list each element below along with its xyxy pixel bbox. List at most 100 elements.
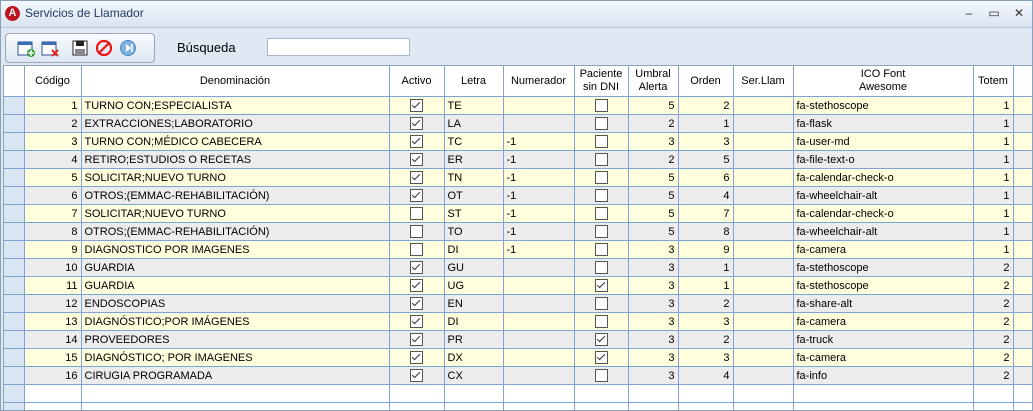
checkbox[interactable]	[410, 261, 423, 274]
col-letra-header[interactable]: Letra	[444, 66, 504, 97]
cell-totem[interactable]: 1	[973, 186, 1014, 205]
cell-umbral[interactable]: 5	[628, 168, 679, 187]
cell-denominacion[interactable]: SOLICITAR;NUEVO TURNO	[81, 168, 390, 187]
cell-umbral[interactable]: 3	[628, 132, 679, 151]
cell-numerador[interactable]	[503, 330, 575, 349]
cell-serllam[interactable]	[733, 168, 794, 187]
cell-serllam[interactable]	[733, 222, 794, 241]
cell-serllam[interactable]	[733, 276, 794, 295]
cell-letra[interactable]: DX	[444, 348, 504, 367]
cell-activo[interactable]	[389, 150, 445, 169]
cell-codigo[interactable]: 5	[24, 168, 82, 187]
cell-sin-dni[interactable]	[574, 150, 629, 169]
cell-sin-dni[interactable]	[574, 276, 629, 295]
table-row[interactable]: 6 OTROS;(EMMAC-REHABILITACIÓN) OT -1 5 4 fa-wh…	[4, 186, 1032, 205]
cell-codigo[interactable]: 16	[24, 366, 82, 385]
row-selector[interactable]	[4, 204, 25, 223]
services-grid[interactable]: Código Denominación Activo Letra Numerad…	[3, 65, 1033, 411]
cell-codigo[interactable]: 3	[24, 132, 82, 151]
cell-umbral[interactable]: 3	[628, 258, 679, 277]
col-denominacion-header[interactable]: Denominación	[81, 66, 390, 97]
checkbox[interactable]	[410, 171, 423, 184]
cell-sin-dni[interactable]	[574, 312, 629, 331]
checkbox[interactable]	[410, 99, 423, 112]
cell-ico[interactable]: fa-calendar-check-o	[793, 168, 974, 187]
cell-orden[interactable]: 1	[678, 114, 734, 133]
checkbox[interactable]	[410, 243, 423, 256]
table-row[interactable]: 9 DIAGNOSTICO POR IMAGENES DI -1 3 9 fa-camera…	[4, 240, 1032, 259]
table-row[interactable]: 10 GUARDIA GU 3 1 fa-stethoscope 2	[4, 258, 1032, 277]
checkbox[interactable]	[594, 369, 608, 382]
row-selector[interactable]	[4, 114, 25, 133]
cell-sin-dni[interactable]	[574, 186, 629, 205]
cell-sin-dni[interactable]	[574, 96, 629, 115]
cell-sin-dni[interactable]	[574, 348, 629, 367]
cell-denominacion[interactable]: OTROS;(EMMAC-REHABILITACIÓN)	[81, 186, 390, 205]
col-numerador-header[interactable]: Numerador	[503, 66, 575, 97]
col-ico-header[interactable]: ICO Font Awesome	[793, 66, 974, 97]
cell-denominacion[interactable]: RETIRO;ESTUDIOS O RECETAS	[81, 150, 390, 169]
cell-umbral[interactable]: 2	[628, 114, 679, 133]
cell-denominacion[interactable]: OTROS;(EMMAC-REHABILITACIÓN)	[81, 222, 390, 241]
cell-orden[interactable]: 4	[678, 186, 734, 205]
cell-numerador[interactable]: -1	[503, 168, 575, 187]
col-umbral-header[interactable]: Umbral Alerta	[628, 66, 679, 97]
cell-serllam[interactable]	[733, 312, 794, 331]
cell-ico[interactable]: fa-wheelchair-alt	[793, 222, 974, 241]
checkbox[interactable]	[594, 261, 608, 274]
cell-activo[interactable]	[389, 240, 445, 259]
cell-numerador[interactable]: -1	[503, 186, 575, 205]
cell-totem[interactable]: 2	[973, 366, 1014, 385]
cell-activo[interactable]	[389, 276, 445, 295]
cell-serllam[interactable]	[733, 348, 794, 367]
cell-orden[interactable]: 9	[678, 240, 734, 259]
cell-serllam[interactable]	[733, 132, 794, 151]
cell-letra[interactable]: TN	[444, 168, 504, 187]
cell-ico[interactable]: fa-info	[793, 366, 974, 385]
cell-orden[interactable]: 3	[678, 132, 734, 151]
cell-sin-dni[interactable]	[574, 330, 629, 349]
cell-denominacion[interactable]: DIAGNÓSTICO;POR IMÁGENES	[81, 312, 390, 331]
cell-numerador[interactable]: -1	[503, 132, 575, 151]
cell-totem[interactable]: 1	[973, 222, 1014, 241]
col-serllam-header[interactable]: Ser.Llam	[733, 66, 794, 97]
cell-activo[interactable]	[389, 168, 445, 187]
cell-denominacion[interactable]: EXTRACCIONES;LABORATORIO	[81, 114, 390, 133]
cell-sin-dni[interactable]	[574, 258, 629, 277]
cell-totem[interactable]: 2	[973, 330, 1014, 349]
checkbox[interactable]	[410, 117, 423, 130]
cell-serllam[interactable]	[733, 330, 794, 349]
cell-codigo[interactable]: 14	[24, 330, 82, 349]
cell-activo[interactable]	[389, 294, 445, 313]
row-selector[interactable]	[4, 222, 25, 241]
cell-codigo[interactable]: 11	[24, 276, 82, 295]
cell-activo[interactable]	[389, 312, 445, 331]
checkbox[interactable]	[594, 315, 608, 328]
checkbox[interactable]	[594, 351, 608, 364]
checkbox[interactable]	[594, 225, 608, 238]
cell-numerador[interactable]	[503, 366, 575, 385]
cell-umbral[interactable]: 5	[628, 96, 679, 115]
cell-sin-dni[interactable]	[574, 366, 629, 385]
cell-totem[interactable]: 2	[973, 276, 1014, 295]
table-row[interactable]: 15 DIAGNÓSTICO; POR IMAGENES DX 3 3 fa-camera…	[4, 348, 1032, 367]
table-row[interactable]: 14 PROVEEDORES PR 3 2 fa-truck 2	[4, 330, 1032, 349]
cell-ico[interactable]: fa-file-text-o	[793, 150, 974, 169]
cell-umbral[interactable]: 3	[628, 366, 679, 385]
cell-activo[interactable]	[389, 132, 445, 151]
row-selector[interactable]	[4, 168, 25, 187]
table-row[interactable]: 12 ENDOSCOPIAS EN 3 2 fa-share-alt 2	[4, 294, 1032, 313]
table-row[interactable]: 16 CIRUGIA PROGRAMADA CX 3 4 fa-info 2	[4, 366, 1032, 385]
cell-sin-dni[interactable]	[574, 114, 629, 133]
cell-totem[interactable]: 2	[973, 294, 1014, 313]
cell-orden[interactable]: 2	[678, 96, 734, 115]
cell-codigo[interactable]: 12	[24, 294, 82, 313]
cell-ico[interactable]: fa-stethoscope	[793, 96, 974, 115]
checkbox[interactable]	[410, 333, 423, 346]
cell-ico[interactable]: fa-truck	[793, 330, 974, 349]
cell-numerador[interactable]	[503, 294, 575, 313]
cell-totem[interactable]: 1	[973, 132, 1014, 151]
cell-umbral[interactable]: 3	[628, 294, 679, 313]
checkbox[interactable]	[410, 315, 423, 328]
cell-umbral[interactable]: 2	[628, 150, 679, 169]
